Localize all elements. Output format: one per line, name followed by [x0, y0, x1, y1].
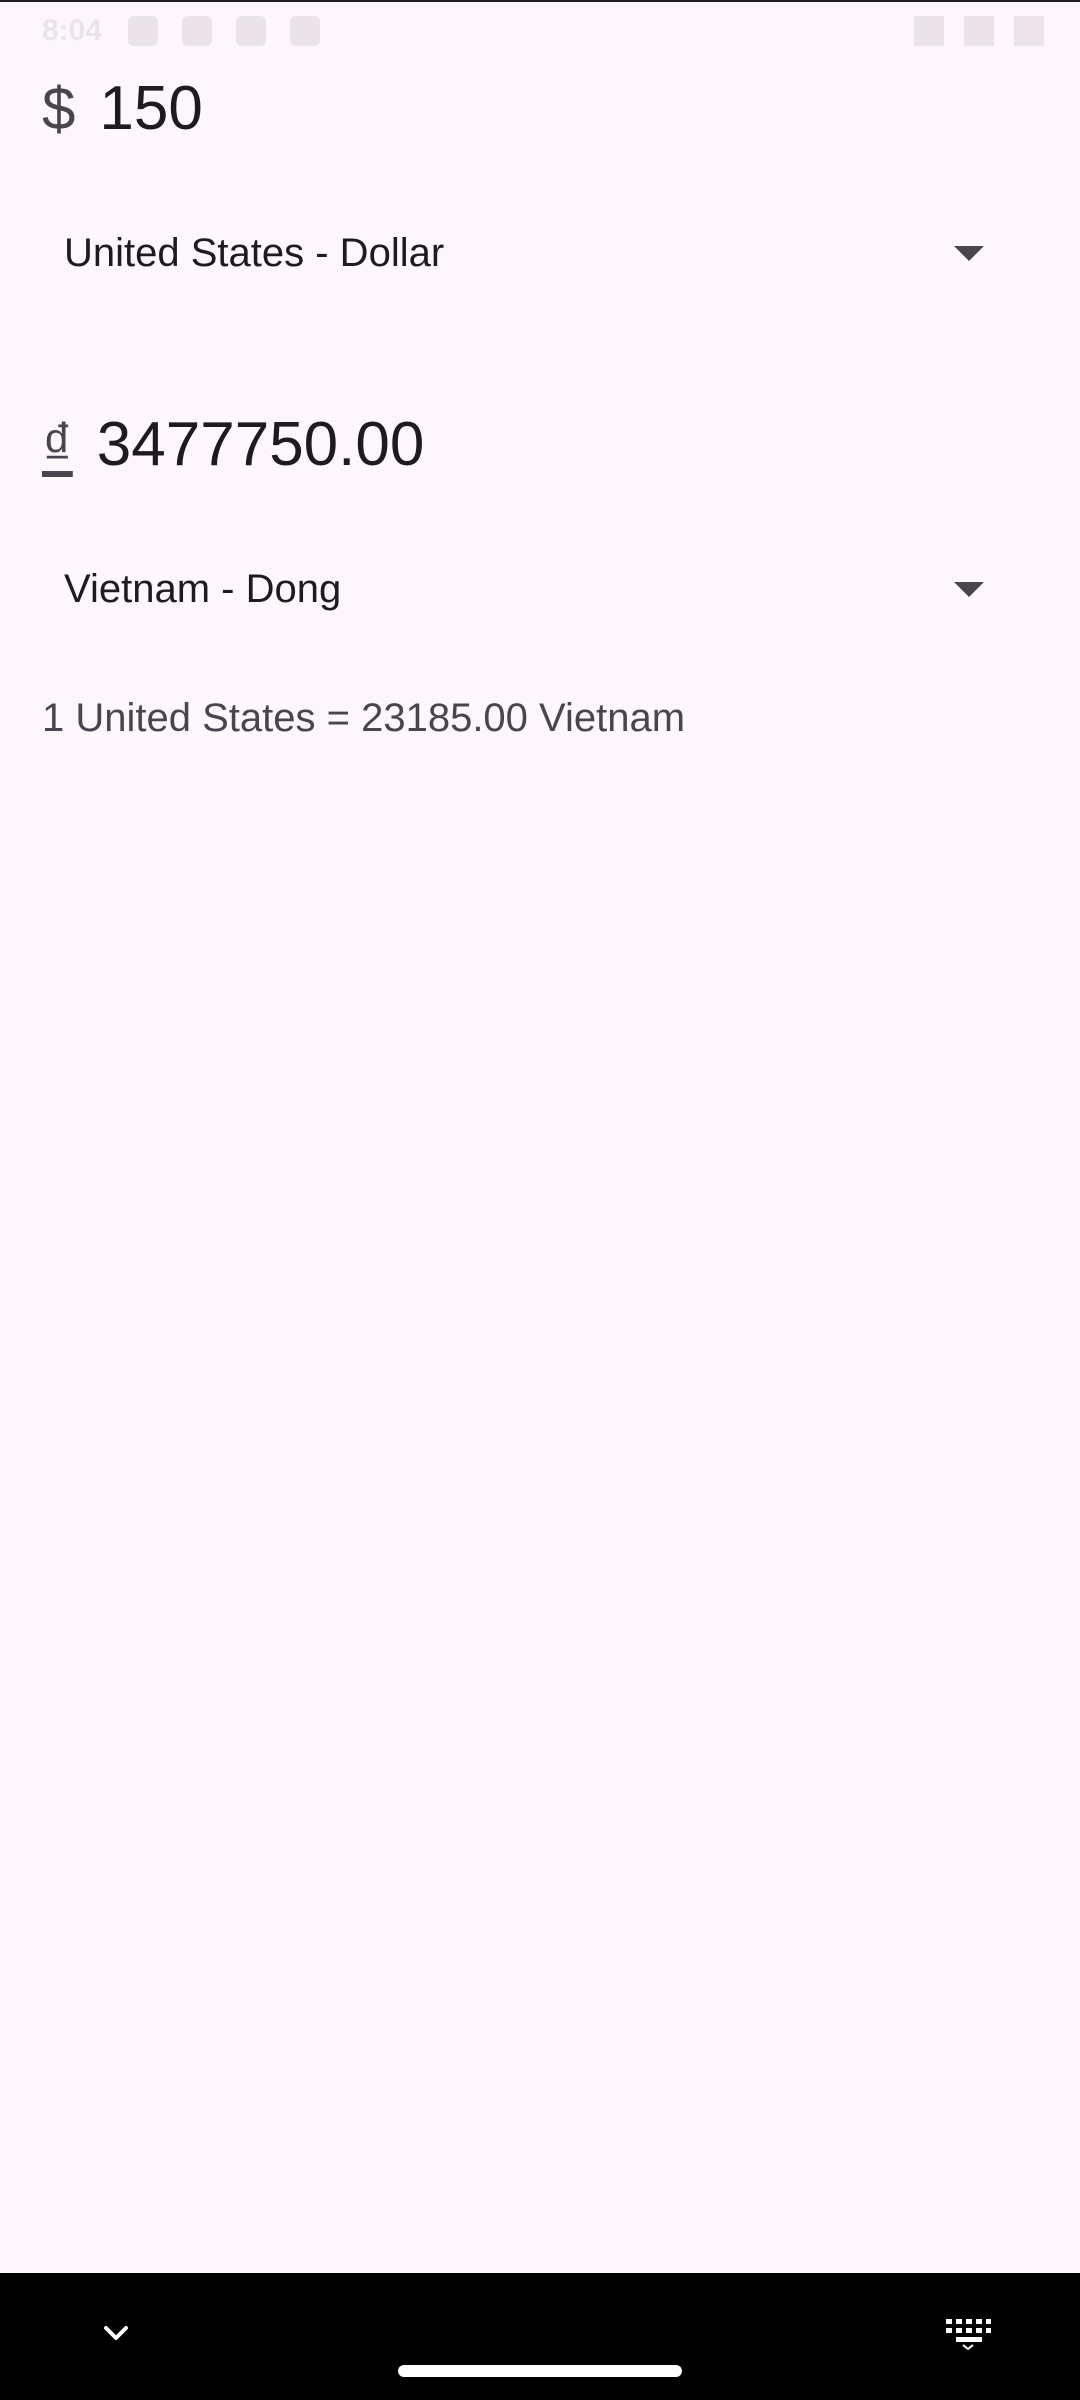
triangle-down-icon: [954, 581, 984, 597]
notification-icon: [128, 16, 158, 46]
to-amount-output[interactable]: 3477750.00: [97, 409, 425, 480]
from-amount-field[interactable]: $ 150: [42, 68, 203, 148]
battery-icon: [1014, 16, 1044, 46]
from-currency-label: United States - Dollar: [64, 230, 445, 275]
to-amount-field[interactable]: ₫ 3477750.00: [42, 404, 424, 484]
to-currency-symbol: ₫: [42, 410, 73, 478]
navigation-bar: [0, 2273, 1080, 2400]
from-amount-input[interactable]: 150: [99, 73, 202, 144]
to-currency-label: Vietnam - Dong: [64, 566, 342, 611]
status-notification-icons: [128, 16, 320, 46]
shield-icon: [182, 16, 212, 46]
wifi-icon: [914, 16, 944, 46]
status-system-icons: [914, 16, 1044, 46]
from-currency-dropdown[interactable]: United States - Dollar: [42, 208, 1012, 298]
signal-icon: [964, 16, 994, 46]
status-bar: 8:04: [0, 0, 1080, 64]
exchange-rate-text: 1 United States = 23185.00 Vietnam: [42, 696, 686, 740]
triangle-down-icon: [954, 245, 984, 261]
home-gesture-bar[interactable]: [398, 2365, 682, 2377]
keyboard-icon[interactable]: [944, 2317, 992, 2351]
to-currency-dropdown[interactable]: Vietnam - Dong: [42, 544, 1012, 634]
location-icon: [290, 16, 320, 46]
from-currency-symbol: $: [42, 74, 76, 142]
sd-card-icon: [236, 16, 266, 46]
chevron-down-icon[interactable]: [96, 2313, 136, 2353]
converter-screen: 8:04 $ 150 United States - Dollar ₫ 3477…: [0, 0, 1080, 2400]
status-time: 8:04: [42, 14, 103, 47]
